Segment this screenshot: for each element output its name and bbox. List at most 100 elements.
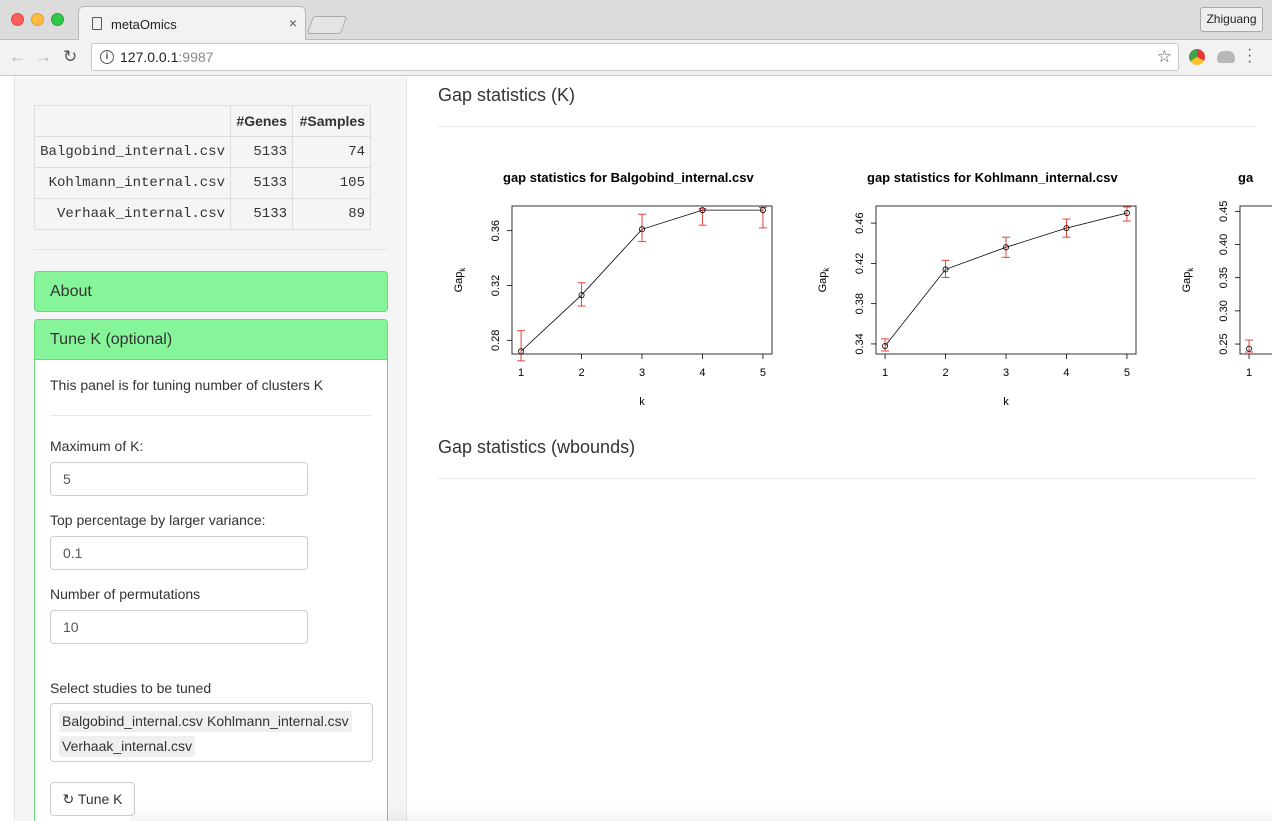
y-axis-label-main: Gap <box>1181 272 1193 293</box>
tune-k-button[interactable]: ↻ Tune K <box>50 782 135 816</box>
series-line <box>884 212 1128 347</box>
study-samples: 105 <box>292 167 371 199</box>
y-tick-label: 0.38 <box>854 293 866 314</box>
y-tick-label: 0.34 <box>854 333 866 354</box>
x-tick-label: 1 <box>882 367 888 379</box>
bottom-shadow <box>130 805 1272 821</box>
forward-arrow-icon[interactable]: → <box>35 47 52 67</box>
x-tick-label: 2 <box>942 367 948 379</box>
y-axis-label-sub: k <box>1186 267 1195 272</box>
table-row: Balgobind_internal.csv 5133 74 <box>34 136 371 168</box>
table-header-file <box>34 105 231 137</box>
plot-frame <box>1239 205 1272 355</box>
minimize-window-icon[interactable] <box>31 13 44 26</box>
max-k-label: Maximum of K: <box>50 438 144 454</box>
browser-toolbar: ← → ↻ i 127.0.0.1:9987 ☆ · · · <box>0 40 1272 76</box>
x-tick-label: 1 <box>518 367 524 379</box>
max-k-input[interactable]: 5 <box>50 462 308 496</box>
plot-title: gap statistics for Kohlmann_internal.csv <box>867 170 1118 185</box>
browser-tab[interactable]: metaOmics × <box>78 6 306 41</box>
y-tick-label: 0.40 <box>1218 234 1230 255</box>
x-tick-label: 4 <box>1063 367 1069 379</box>
y-tick-label: 0.32 <box>490 275 502 296</box>
y-axis-label-sub: k <box>822 267 831 272</box>
refresh-icon: ↻ <box>62 791 75 807</box>
reload-icon[interactable]: ↻ <box>63 47 77 67</box>
top-percentage-label: Top percentage by larger variance: <box>50 512 266 528</box>
drive-icon[interactable] <box>1217 51 1235 63</box>
x-tick-label: 2 <box>578 367 584 379</box>
back-arrow-icon[interactable]: ← <box>9 47 26 67</box>
study-samples: 89 <box>292 198 371 230</box>
tune-k-panel: Tune K (optional) This panel is for tuni… <box>34 319 388 821</box>
table-header-genes: #Genes <box>230 105 293 137</box>
x-tick-label: 1 <box>1246 367 1252 379</box>
study-genes: 5133 <box>230 198 293 230</box>
plot-title: gap statistics for Balgobind_internal.cs… <box>503 170 754 185</box>
info-icon[interactable]: i <box>100 50 114 64</box>
table-header-samples: #Samples <box>292 105 371 137</box>
x-tick-label: 3 <box>639 367 645 379</box>
section-title-gap-wbounds: Gap statistics (wbounds) <box>438 437 636 457</box>
tune-k-panel-header[interactable]: Tune K (optional) <box>35 320 387 360</box>
study-file: Balgobind_internal.csv <box>34 136 231 168</box>
y-tick-label: 0.46 <box>854 212 866 233</box>
section-divider <box>438 478 1256 479</box>
top-percentage-input[interactable]: 0.1 <box>50 536 308 570</box>
y-tick-label: 0.42 <box>854 253 866 274</box>
study-samples: 74 <box>292 136 371 168</box>
x-axis-label: k <box>1003 396 1009 408</box>
plot-frame <box>875 205 1137 355</box>
study-summary-table: #Genes #Samples Balgobind_internal.csv 5… <box>34 105 371 230</box>
x-axis-label: k <box>639 396 645 408</box>
tune-k-button-label: Tune K <box>77 791 123 807</box>
url-text: 127.0.0.1:9987 <box>120 49 213 65</box>
gap-statistics-plot: 1 2 3 4 5k0.340.380.420.46Gapk <box>817 205 1137 408</box>
x-tick-label: 3 <box>1003 367 1009 379</box>
sidebar-divider <box>34 249 388 250</box>
url-host: 127.0.0.1 <box>120 49 179 65</box>
study-genes: 5133 <box>230 136 293 168</box>
y-tick-label: 0.28 <box>490 330 502 351</box>
profile-button[interactable]: Zhiguang <box>1200 7 1263 32</box>
gap-statistics-plot: 1 0.25 0.30 0.35 0.40 0.45 Gapk <box>1181 201 1272 379</box>
address-bar[interactable]: i 127.0.0.1:9987 ☆ <box>91 43 1179 71</box>
table-header-row: #Genes #Samples <box>34 105 371 137</box>
y-axis-label-main: Gap <box>453 272 465 293</box>
y-axis-label: Gapk <box>453 267 467 293</box>
tune-k-description: This panel is for tuning number of clust… <box>50 377 324 393</box>
close-window-icon[interactable] <box>11 13 24 26</box>
y-axis-label-sub: k <box>458 267 467 272</box>
tune-k-panel-title: Tune K (optional) <box>50 331 173 348</box>
maximize-window-icon[interactable] <box>51 13 64 26</box>
new-tab-button[interactable] <box>306 16 348 34</box>
page-icon <box>92 17 102 30</box>
tune-k-divider <box>50 415 372 416</box>
browser-tabstrip: metaOmics × Zhiguang <box>0 0 1272 41</box>
study-genes: 5133 <box>230 167 293 199</box>
page-content: #Genes #Samples Balgobind_internal.csv 5… <box>0 77 1272 821</box>
select-studies-label: Select studies to be tuned <box>50 680 212 696</box>
study-file: Kohlmann_internal.csv <box>34 167 231 199</box>
y-tick-label: 0.30 <box>1218 300 1230 321</box>
select-studies-input[interactable]: Balgobind_internal.csv Kohlmann_internal… <box>50 703 373 762</box>
about-panel-title: About <box>50 283 92 300</box>
about-panel-header[interactable]: About <box>34 271 388 312</box>
star-icon[interactable]: ☆ <box>1157 47 1172 67</box>
selected-study-chip[interactable]: Kohlmann_internal.csv <box>204 711 352 732</box>
y-tick-label: 0.25 <box>1218 333 1230 354</box>
y-axis-label-main: Gap <box>817 272 829 293</box>
tab-title: metaOmics <box>111 17 177 32</box>
extension-icon[interactable] <box>1189 49 1205 65</box>
y-axis-label: Gapk <box>817 267 831 293</box>
tab-close-icon[interactable]: × <box>289 15 297 31</box>
selected-study-chip[interactable]: Verhaak_internal.csv <box>59 736 195 757</box>
plot-title: ga <box>1238 170 1254 185</box>
menu-icon[interactable]: · · · <box>1247 42 1252 70</box>
y-tick-label: 0.36 <box>490 220 502 241</box>
permutations-input[interactable]: 10 <box>50 610 308 644</box>
y-axis-label: Gapk <box>1181 267 1195 293</box>
study-file: Verhaak_internal.csv <box>34 198 231 230</box>
selected-study-chip[interactable]: Balgobind_internal.csv <box>59 711 206 732</box>
url-port: :9987 <box>178 49 214 65</box>
